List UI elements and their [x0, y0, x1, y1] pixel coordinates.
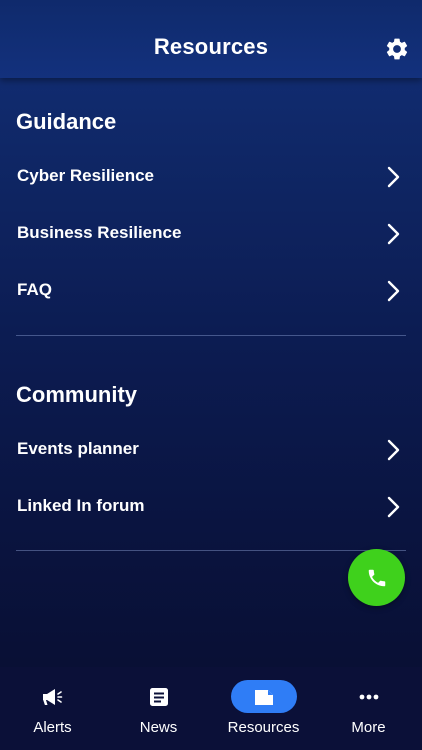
- tab-more[interactable]: More: [316, 667, 421, 750]
- section-title-community: Community: [16, 382, 137, 407]
- tab-label: More: [351, 719, 386, 736]
- chevron-right-icon: [387, 166, 400, 188]
- tab-icon-container: [148, 680, 170, 713]
- tab-news[interactable]: News: [106, 667, 211, 750]
- list-item-label: Events planner: [17, 439, 139, 458]
- tab-label: Resources: [227, 719, 300, 736]
- more-icon: [359, 694, 378, 699]
- list-item-label: FAQ: [17, 280, 52, 299]
- section-title-guidance: Guidance: [16, 109, 117, 134]
- folder-icon: [254, 689, 273, 705]
- list-item-label: Business Resilience: [17, 223, 182, 242]
- tab-label: Alerts: [33, 719, 72, 736]
- tab-alerts[interactable]: Alerts: [0, 667, 105, 750]
- phone-icon: [368, 569, 385, 586]
- settings-button[interactable]: [383, 35, 411, 63]
- list-item-cyber-resilience[interactable]: Cyber Resilience: [0, 154, 422, 200]
- tab-label: News: [139, 719, 178, 736]
- list-item-business-resilience[interactable]: Business Resilience: [0, 211, 422, 257]
- list-item-events-planner[interactable]: Events planner: [0, 427, 422, 473]
- tab-icon-container: [41, 680, 65, 713]
- chevron-right-icon: [387, 496, 400, 518]
- page-title: Resources: [153, 34, 269, 59]
- section-divider: [16, 335, 406, 336]
- call-button[interactable]: [348, 549, 405, 606]
- megaphone-icon: [42, 688, 62, 705]
- bottom-tab-bar: Alerts News Resources More: [0, 667, 422, 750]
- article-icon: [149, 687, 168, 706]
- chevron-right-icon: [387, 223, 400, 245]
- tab-icon-container-active: [230, 680, 297, 713]
- app-header: Resources: [0, 0, 422, 78]
- chevron-right-icon: [387, 280, 400, 302]
- resources-screen: Resources Guidance Cyber Resilience Busi…: [0, 0, 422, 750]
- tab-icon-container: [358, 680, 380, 713]
- chevron-right-icon: [387, 439, 400, 461]
- list-item-label: Cyber Resilience: [17, 166, 155, 185]
- gear-icon: [386, 38, 408, 60]
- list-item-linked-in-forum[interactable]: Linked In forum: [0, 484, 422, 530]
- tab-resources[interactable]: Resources: [211, 667, 316, 750]
- section-divider: [16, 550, 406, 551]
- list-item-label: Linked In forum: [17, 496, 145, 515]
- list-item-faq[interactable]: FAQ: [0, 268, 422, 314]
